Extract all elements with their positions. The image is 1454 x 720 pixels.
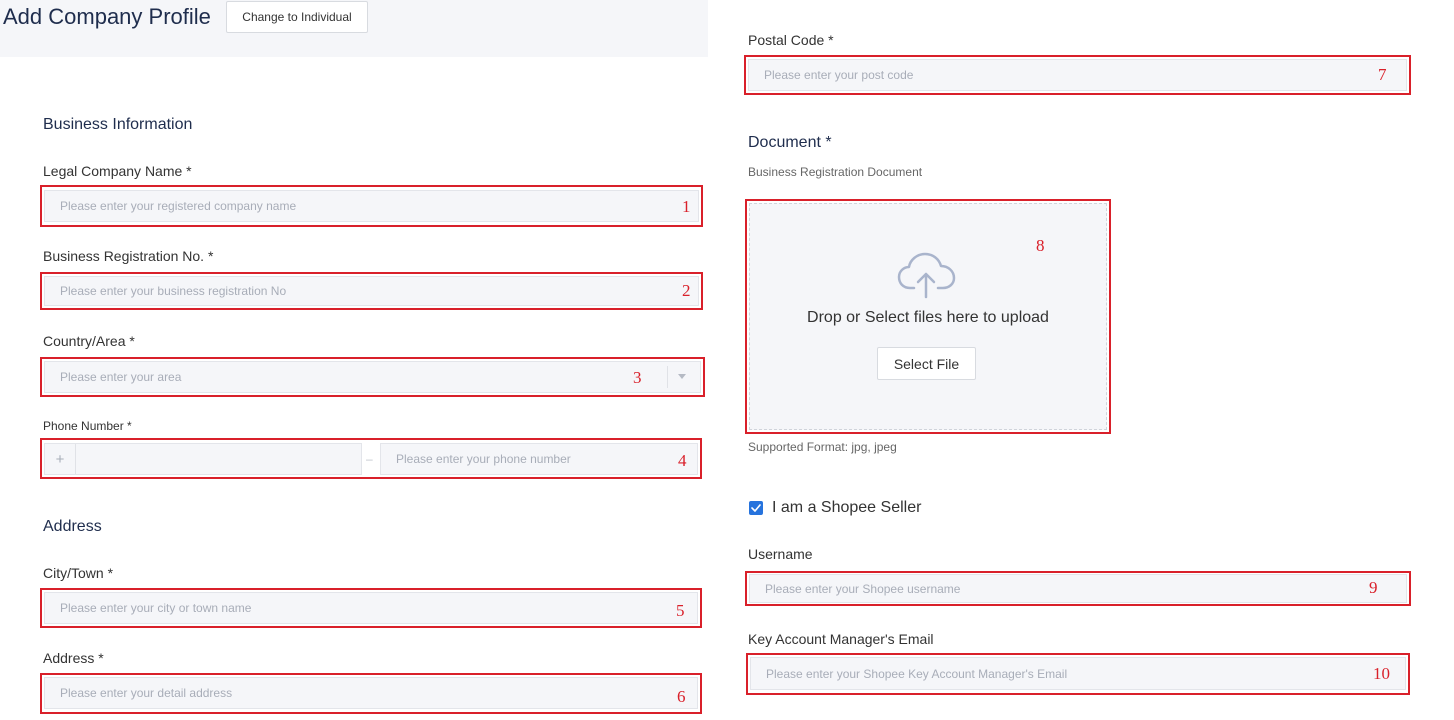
annotation-number-4: 4	[678, 451, 687, 470]
annotation-number-2: 2	[682, 281, 691, 300]
cloud-upload-icon	[897, 252, 956, 299]
phone-separator: –	[366, 452, 373, 466]
document-subtitle: Business Registration Document	[748, 165, 923, 179]
select-file-button[interactable]: Select File	[877, 347, 976, 380]
postal-code-label: Postal Code *	[748, 32, 834, 48]
country-select-divider	[667, 366, 668, 388]
postal-code-input[interactable]: Please enter your post code	[748, 59, 1407, 91]
document-title: Document *	[748, 134, 832, 151]
phone-country-code-input[interactable]: +	[44, 443, 362, 475]
caret-down-icon[interactable]	[678, 374, 686, 379]
annotation-number-9: 9	[1369, 578, 1378, 597]
username-label: Username	[748, 546, 813, 562]
business-info-title: Business Information	[43, 116, 193, 133]
city-label: City/Town *	[43, 565, 114, 581]
company-name-label: Legal Company Name *	[43, 163, 192, 179]
company-name-input[interactable]: Please enter your registered company nam…	[44, 190, 699, 222]
phone-number-input[interactable]: Please enter your phone number	[380, 443, 698, 475]
shopee-seller-label[interactable]: I am a Shopee Seller	[772, 499, 921, 517]
annotation-number-3: 3	[633, 368, 642, 387]
username-input[interactable]: Please enter your Shopee username	[749, 574, 1407, 603]
annotation-number-10: 10	[1373, 664, 1390, 683]
country-label: Country/Area *	[43, 333, 135, 349]
upload-instruction: Drop or Select files here to upload	[807, 309, 1049, 326]
kam-email-label: Key Account Manager's Email	[748, 631, 934, 647]
annotation-number-7: 7	[1378, 65, 1387, 84]
annotation-number-8: 8	[1036, 236, 1045, 255]
phone-label: Phone Number *	[43, 419, 132, 433]
page-title: Add Company Profile	[3, 4, 211, 29]
supported-format-text: Supported Format: jpg, jpeg	[748, 440, 897, 454]
city-input[interactable]: Please enter your city or town name	[44, 592, 698, 624]
phone-prefix-divider	[75, 444, 76, 474]
registration-no-label: Business Registration No. *	[43, 248, 214, 264]
country-select[interactable]: Please enter your area	[44, 361, 701, 393]
registration-no-input[interactable]: Please enter your business registration …	[44, 276, 699, 306]
annotation-number-6: 6	[677, 687, 686, 706]
address-input[interactable]: Please enter your detail address	[44, 677, 698, 709]
change-to-individual-button[interactable]: Change to Individual	[226, 1, 368, 33]
shopee-seller-checkbox[interactable]	[749, 501, 763, 515]
annotation-number-1: 1	[682, 197, 691, 216]
check-icon	[751, 504, 761, 512]
kam-email-input[interactable]: Please enter your Shopee Key Account Man…	[750, 657, 1406, 690]
address-title: Address	[43, 518, 102, 535]
plus-icon: +	[55, 450, 65, 468]
annotation-number-5: 5	[676, 601, 685, 620]
address-label: Address *	[43, 650, 104, 666]
